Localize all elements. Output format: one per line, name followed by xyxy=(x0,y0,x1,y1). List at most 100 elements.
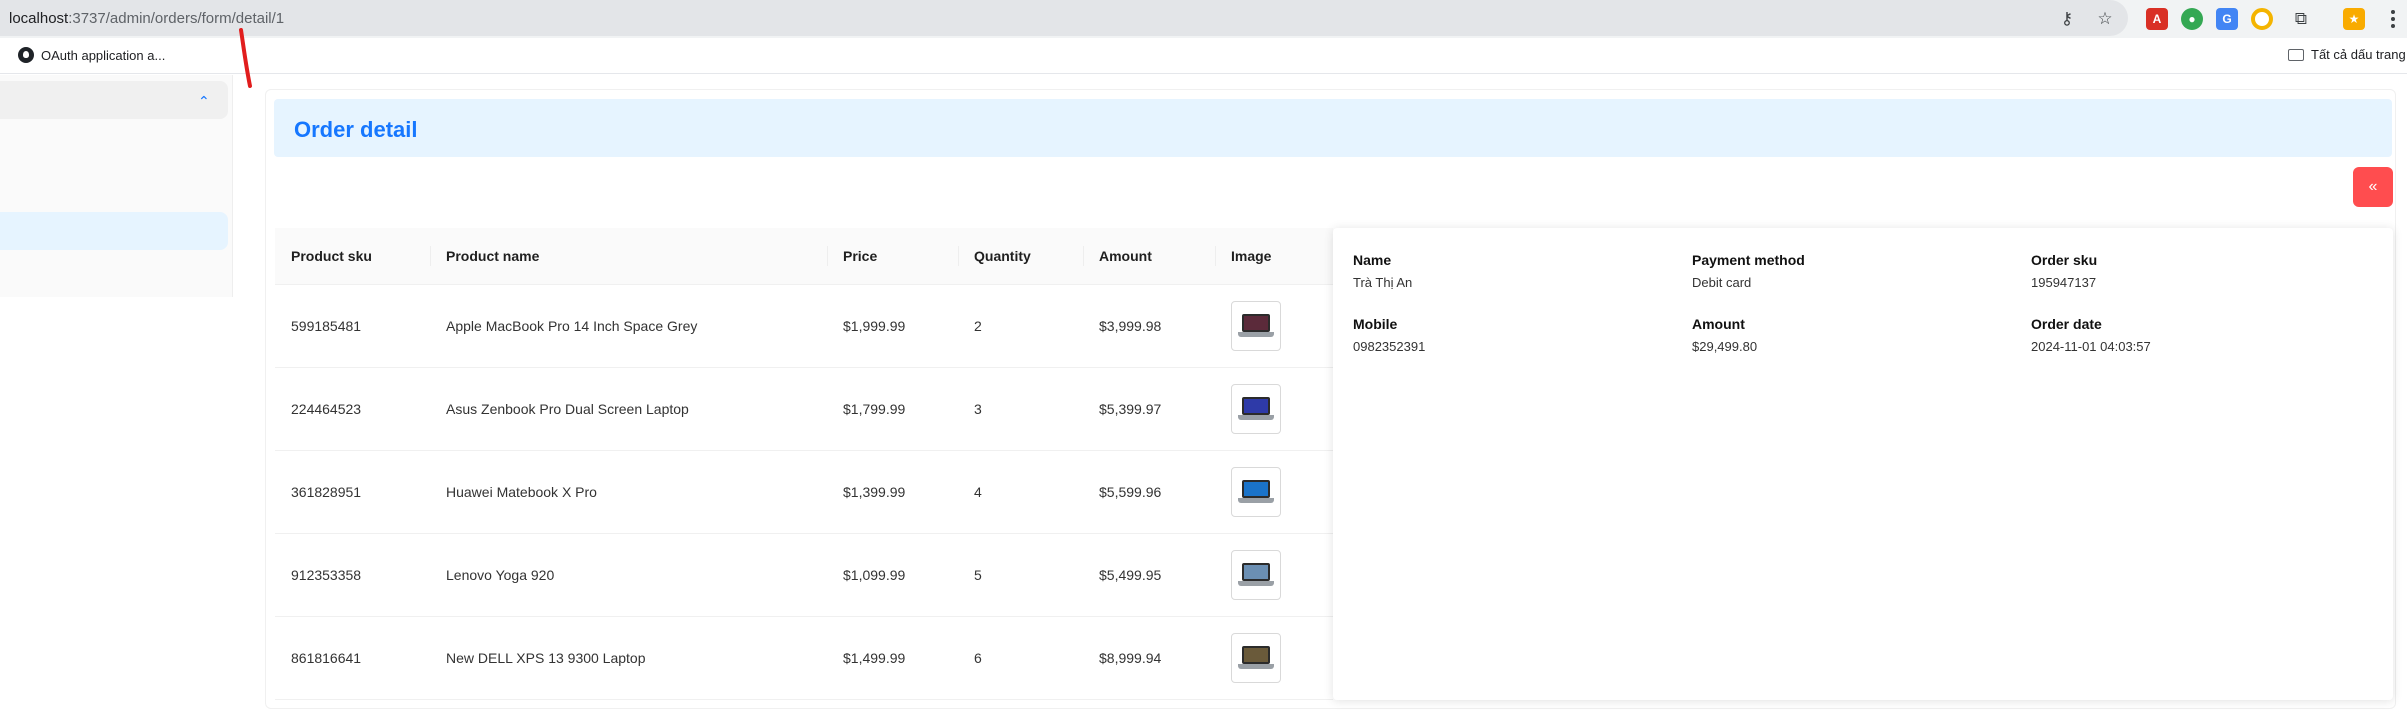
table-header-row: Product sku Product name Price Quantity … xyxy=(275,228,1333,285)
product-thumbnail[interactable] xyxy=(1231,300,1281,351)
extension-circle-icon[interactable] xyxy=(2251,8,2273,30)
field-label: Mobile xyxy=(1353,316,1398,332)
cell-amount: $5,399.97 xyxy=(1083,367,1215,451)
field-label: Amount xyxy=(1692,316,1745,332)
main-content: Order detail « Product sku Product name … xyxy=(265,89,2396,709)
mobile-field: Mobile 0982352391 xyxy=(1353,316,1425,354)
cell-image xyxy=(1215,616,1333,700)
cell-name: Asus Zenbook Pro Dual Screen Laptop xyxy=(430,367,827,451)
table-row[interactable]: 861816641 New DELL XPS 13 9300 Laptop $1… xyxy=(275,616,1333,700)
extension-pdf-icon[interactable]: A xyxy=(2146,8,2168,30)
page-title: Order detail xyxy=(294,117,418,142)
field-label: Name xyxy=(1353,252,1392,268)
cell-amount: $5,599.96 xyxy=(1083,450,1215,534)
all-bookmarks-folder[interactable]: Tất cả dấu trang xyxy=(2288,47,2406,62)
all-bookmarks-label: Tất cả dấu trang xyxy=(2311,47,2406,62)
bookmark-oauth[interactable]: OAuth application a... xyxy=(18,47,165,63)
product-thumbnail[interactable] xyxy=(1231,549,1281,600)
field-value: 195947137 xyxy=(2031,275,2097,290)
github-icon xyxy=(18,47,34,63)
column-header[interactable]: Image xyxy=(1215,228,1333,285)
laptop-icon xyxy=(1238,645,1274,671)
cell-sku: 361828951 xyxy=(275,450,430,534)
sidebar: ⌃ xyxy=(0,75,233,297)
table-row[interactable]: 224464523 Asus Zenbook Pro Dual Screen L… xyxy=(275,367,1333,451)
field-value: Trà Thị An xyxy=(1353,275,1413,290)
order-date-field: Order date 2024-11-01 04:03:57 xyxy=(2031,316,2151,354)
cell-name: Lenovo Yoga 920 xyxy=(430,533,827,617)
sidebar-group-header[interactable]: ⌃ xyxy=(0,81,228,119)
amount-field: Amount $29,499.80 xyxy=(1692,316,1757,354)
cell-image xyxy=(1215,450,1333,534)
column-header[interactable]: Product sku xyxy=(275,228,430,285)
cell-price: $1,799.99 xyxy=(827,367,958,451)
laptop-icon xyxy=(1238,479,1274,505)
cell-image xyxy=(1215,367,1333,451)
cell-sku: 599185481 xyxy=(275,284,430,368)
order-items-table: Product sku Product name Price Quantity … xyxy=(275,228,1333,703)
star-icon[interactable]: ☆ xyxy=(2094,8,2116,30)
address-bar[interactable]: localhost:3737/admin/orders/form/detail/… xyxy=(0,0,2128,36)
chevron-up-icon[interactable]: ⌃ xyxy=(198,93,210,110)
product-thumbnail[interactable] xyxy=(1231,383,1281,434)
field-value: 0982352391 xyxy=(1353,339,1426,354)
field-label: Order date xyxy=(2031,316,2102,332)
cell-amount: $5,499.95 xyxy=(1083,533,1215,617)
key-icon[interactable]: ⚷ xyxy=(2056,8,2078,30)
cell-price: $1,099.99 xyxy=(827,533,958,617)
payment-method-field: Payment method Debit card xyxy=(1692,252,1805,290)
cell-quantity: 6 xyxy=(958,616,1083,700)
table-row[interactable]: 599185481 Apple MacBook Pro 14 Inch Spac… xyxy=(275,284,1333,368)
cell-sku: 912353358 xyxy=(275,533,430,617)
laptop-icon xyxy=(1238,562,1274,588)
red-annotation-mark xyxy=(239,28,252,88)
folder-icon xyxy=(2288,48,2304,61)
field-value: $29,499.80 xyxy=(1692,339,1758,354)
laptop-icon xyxy=(1238,396,1274,422)
browser-toolbar: localhost:3737/admin/orders/form/detail/… xyxy=(0,0,2407,38)
extension-color-icon[interactable]: ● xyxy=(2181,8,2203,30)
url-path: :3737/admin/orders/form/detail/1 xyxy=(68,10,285,27)
bookmarks-bar: OAuth application a... Tất cả dấu trang xyxy=(0,38,2407,74)
cell-amount: $8,999.94 xyxy=(1083,616,1215,700)
menu-icon[interactable] xyxy=(2388,8,2398,30)
column-header[interactable]: Amount xyxy=(1083,228,1215,285)
cell-sku: 224464523 xyxy=(275,367,430,451)
back-button[interactable]: « xyxy=(2353,167,2393,207)
laptop-icon xyxy=(1238,313,1274,339)
url-host: localhost xyxy=(9,10,69,27)
extension-translate-icon[interactable]: G xyxy=(2216,8,2238,30)
cell-name: Huawei Matebook X Pro xyxy=(430,450,827,534)
cell-image xyxy=(1215,284,1333,368)
order-info-card: Name Trà Thị An Payment method Debit car… xyxy=(1333,228,2393,700)
page-header: Order detail xyxy=(274,99,2392,157)
url-text[interactable]: localhost:3737/admin/orders/form/detail/… xyxy=(9,10,284,27)
cell-quantity: 3 xyxy=(958,367,1083,451)
product-thumbnail[interactable] xyxy=(1231,466,1281,517)
sidebar-item-active[interactable] xyxy=(0,212,228,250)
cell-price: $1,999.99 xyxy=(827,284,958,368)
field-value: Debit card xyxy=(1692,275,1752,290)
column-header[interactable]: Quantity xyxy=(958,228,1083,285)
table-row[interactable]: 912353358 Lenovo Yoga 920 $1,099.99 5 $5… xyxy=(275,533,1333,617)
field-label: Order sku xyxy=(2031,252,2098,268)
cell-quantity: 2 xyxy=(958,284,1083,368)
cell-image xyxy=(1215,533,1333,617)
field-value: 2024-11-01 04:03:57 xyxy=(2031,339,2151,354)
cell-name: New DELL XPS 13 9300 Laptop xyxy=(430,616,827,700)
customer-name-field: Name Trà Thị An xyxy=(1353,252,1412,290)
table-row[interactable]: 361828951 Huawei Matebook X Pro $1,399.9… xyxy=(275,450,1333,534)
cell-price: $1,499.99 xyxy=(827,616,958,700)
field-label: Payment method xyxy=(1692,252,1805,268)
cell-quantity: 5 xyxy=(958,533,1083,617)
puzzle-icon[interactable]: ⧉ xyxy=(2290,8,2312,30)
bookmark-label: OAuth application a... xyxy=(41,47,166,63)
column-header[interactable]: Product name xyxy=(430,228,827,285)
profile-icon[interactable]: ★ xyxy=(2343,8,2365,30)
double-chevron-left-icon: « xyxy=(2368,178,2378,195)
cell-price: $1,399.99 xyxy=(827,450,958,534)
cell-sku: 861816641 xyxy=(275,616,430,700)
product-thumbnail[interactable] xyxy=(1231,632,1281,683)
column-header[interactable]: Price xyxy=(827,228,958,285)
cell-quantity: 4 xyxy=(958,450,1083,534)
